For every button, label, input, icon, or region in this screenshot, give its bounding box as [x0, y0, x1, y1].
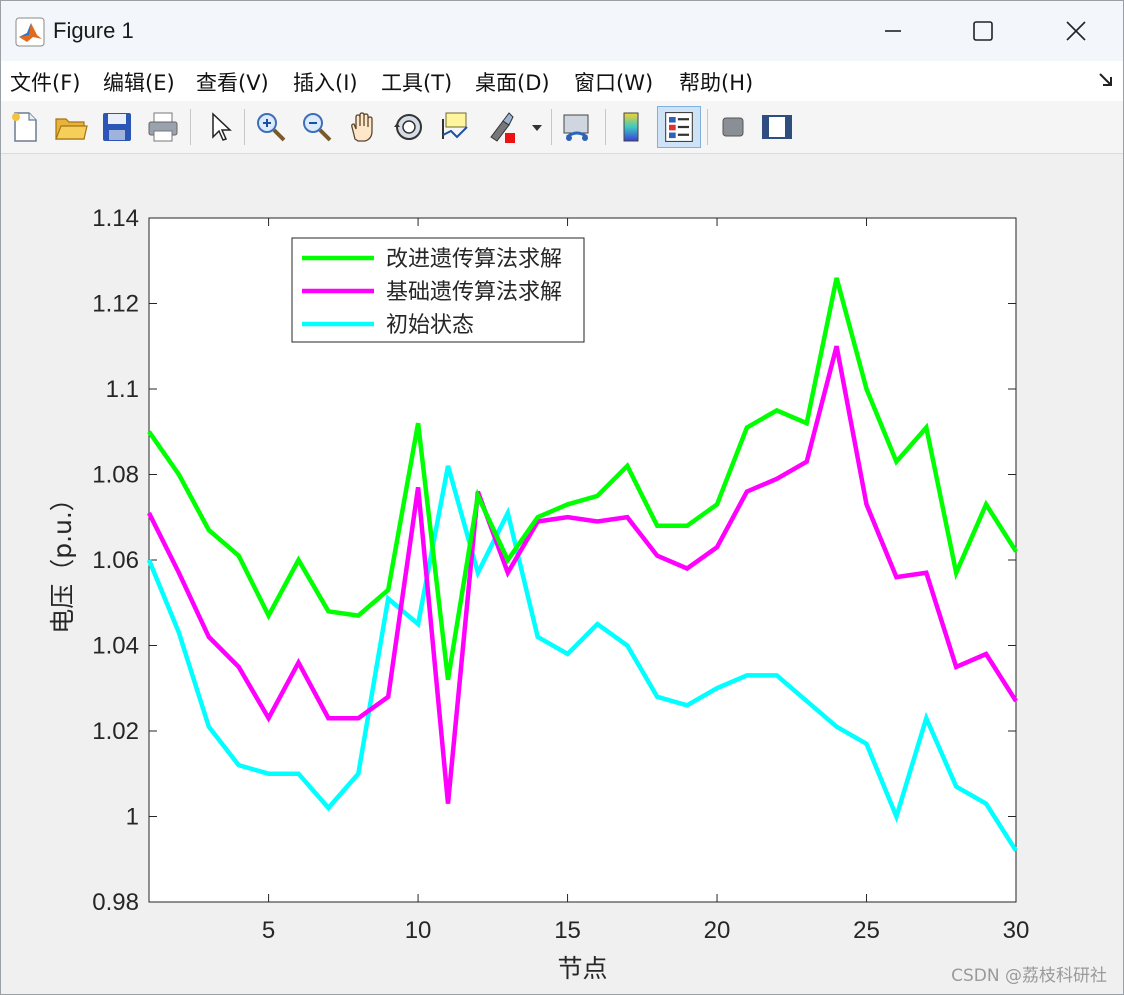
legend-label: 基础遗传算法求解 [386, 280, 562, 305]
toolbar-separator [707, 109, 708, 145]
toolbar [1, 101, 1123, 154]
x-tick-label: 20 [704, 917, 731, 944]
zoom-out-icon[interactable] [299, 109, 335, 145]
figure-canvas: 5 10 15 20 25 30 0.98 1 1.02 1.04 1.06 1.08 1.1 1.12 1… [1, 154, 1123, 994]
y-tick-label: 0.98 [92, 889, 139, 916]
pointer-icon[interactable] [202, 109, 238, 145]
y-tick-label: 1.08 [92, 462, 139, 489]
print-icon[interactable] [145, 109, 181, 145]
legend-button[interactable] [657, 106, 701, 148]
x-axis-label: 节点 [557, 954, 607, 983]
menu-bar: 文件(F) 编辑(E) 查看(V) 插入(I) 工具(T) 桌面(D) 窗口(W… [1, 61, 1123, 101]
y-tick-label: 1.06 [92, 547, 139, 574]
legend-label: 初始状态 [386, 313, 474, 338]
menu-insert[interactable]: 插入(I) [293, 67, 358, 97]
x-tick-label: 5 [262, 917, 275, 944]
legend: 改进遗传算法求解基础遗传算法求解初始状态 [291, 237, 585, 343]
new-figure-icon[interactable] [7, 109, 43, 145]
show-plot-tools-icon[interactable] [759, 109, 795, 145]
y-tick-label: 1.02 [92, 718, 139, 745]
brush-dropdown-icon[interactable] [527, 109, 547, 145]
matlab-logo-icon [15, 17, 45, 47]
window-title: Figure 1 [53, 18, 134, 43]
close-button[interactable] [1046, 1, 1106, 61]
colorbar-icon[interactable] [613, 109, 649, 145]
menu-window[interactable]: 窗口(W) [574, 67, 653, 97]
figure-window: Figure 1 文件(F) 编辑(E) 查看(V) 插入(I) 工具(T) 桌… [0, 0, 1124, 995]
legend-icon [665, 112, 693, 142]
link-plot-icon[interactable] [559, 109, 595, 145]
dock-arrow-icon[interactable] [1097, 71, 1115, 89]
toolbar-separator [190, 109, 191, 145]
x-tick-label: 10 [405, 917, 432, 944]
menu-view[interactable]: 查看(V) [196, 67, 269, 97]
brush-icon[interactable] [483, 109, 519, 145]
toolbar-separator [244, 109, 245, 145]
legend-label: 改进遗传算法求解 [386, 247, 562, 272]
menu-tools[interactable]: 工具(T) [381, 67, 452, 97]
title-bar: Figure 1 [1, 1, 1123, 61]
data-cursor-icon[interactable] [437, 109, 473, 145]
x-tick-label: 25 [853, 917, 880, 944]
close-icon [1066, 21, 1086, 41]
menu-file[interactable]: 文件(F) [10, 67, 80, 97]
maximize-icon [973, 21, 993, 41]
watermark-text: CSDN @荔枝科研社 [951, 966, 1107, 986]
y-axis-label: 电压（p.u.） [48, 486, 77, 634]
toolbar-separator [605, 109, 606, 145]
x-tick-label: 15 [554, 917, 581, 944]
maximize-button[interactable] [953, 1, 1013, 61]
y-tick-label: 1.04 [92, 633, 139, 660]
rotate-3d-icon[interactable] [391, 109, 427, 145]
menu-edit[interactable]: 编辑(E) [103, 67, 175, 97]
open-file-icon[interactable] [53, 109, 89, 145]
y-tick-label: 1 [126, 804, 139, 831]
y-tick-label: 1.1 [106, 376, 139, 403]
zoom-in-icon[interactable] [253, 109, 289, 145]
y-tick-label: 1.14 [92, 205, 139, 232]
hide-plot-tools-icon[interactable] [715, 109, 751, 145]
menu-help[interactable]: 帮助(H) [679, 67, 753, 97]
save-icon[interactable] [99, 109, 135, 145]
pan-hand-icon[interactable] [345, 109, 381, 145]
toolbar-separator [551, 109, 552, 145]
x-tick-label: 30 [1003, 917, 1030, 944]
line-chart: 5 10 15 20 25 30 0.98 1 1.02 1.04 1.06 1.08 1.1 1.12 1… [48, 205, 1030, 983]
minimize-icon [885, 30, 901, 32]
y-tick-label: 1.12 [92, 291, 139, 318]
minimize-button[interactable] [863, 1, 923, 61]
menu-desktop[interactable]: 桌面(D) [475, 67, 550, 97]
